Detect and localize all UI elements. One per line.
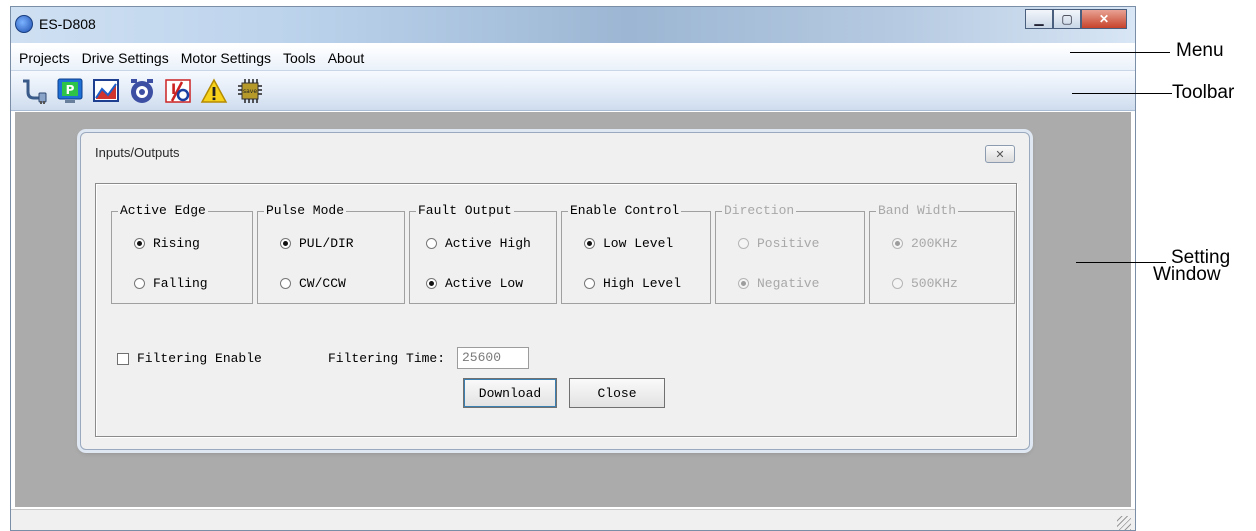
window-controls: ▁ ▢ ✕ (1025, 9, 1127, 29)
window-title: ES-D808 (39, 16, 96, 32)
radio-label: PUL/DIR (299, 236, 354, 251)
group-pulse-mode: Pulse Mode PUL/DIR CW/CCW (257, 203, 405, 304)
group-fault-output: Fault Output Active High Active Low (409, 203, 557, 304)
radio-200khz: 200KHz (892, 236, 958, 251)
group-title: Pulse Mode (264, 203, 347, 219)
radio-500khz: 500KHz (892, 276, 958, 291)
radio-button-icon (738, 278, 749, 289)
radio-label: High Level (603, 276, 682, 291)
radio-pul-dir[interactable]: PUL/DIR (280, 236, 354, 251)
group-title: Direction (722, 203, 797, 219)
group-title: Enable Control (568, 203, 682, 219)
radio-button-icon[interactable] (134, 238, 145, 249)
radio-negative: Negative (738, 276, 819, 291)
svg-text:save: save (243, 88, 257, 95)
radio-active-low[interactable]: Active Low (426, 276, 523, 291)
menu-tools[interactable]: Tools (277, 45, 322, 71)
radio-active-high[interactable]: Active High (426, 236, 531, 251)
resize-grip-icon[interactable] (1117, 516, 1131, 530)
save-chip-icon[interactable]: save (235, 76, 265, 106)
dialog-title: Inputs/Outputs (95, 145, 180, 160)
toolbar: P I save (11, 71, 1135, 111)
menu-annotation: Menu (1176, 40, 1224, 61)
motor-gear-icon[interactable] (127, 76, 157, 106)
menu-projects[interactable]: Projects (13, 45, 76, 71)
radio-label: Active Low (445, 276, 524, 291)
radio-button-icon[interactable] (426, 278, 437, 289)
radio-button-icon[interactable] (280, 278, 291, 289)
radio-button-icon (892, 238, 903, 249)
radio-label: Rising (153, 236, 200, 251)
radio-label: Falling (153, 276, 208, 291)
radio-button-icon[interactable] (584, 238, 595, 249)
radio-label: 500KHz (911, 276, 958, 291)
toolbar-annotation: Toolbar (1172, 82, 1235, 103)
menu-motor-settings[interactable]: Motor Settings (175, 45, 277, 71)
group-band-width: Band Width 200KHz 500KHz (869, 203, 1015, 304)
menu-bar: Projects Drive Settings Motor Settings T… (11, 45, 1135, 71)
menu-about[interactable]: About (322, 45, 371, 71)
download-button[interactable]: Download (463, 378, 557, 408)
dialog-close-icon[interactable]: ✕ (985, 145, 1015, 163)
menu-drive-settings[interactable]: Drive Settings (76, 45, 175, 71)
window-annotation: Window (1153, 264, 1221, 285)
group-enable-control: Enable Control Low Level High Level (561, 203, 711, 304)
radio-rising[interactable]: Rising (134, 236, 200, 251)
menu-annotation-line (1070, 52, 1170, 53)
io-icon[interactable]: I (163, 76, 193, 106)
radio-label: Low Level (603, 236, 674, 251)
svg-text:P: P (66, 83, 75, 97)
radio-button-icon (738, 238, 749, 249)
connect-plug-icon[interactable] (19, 76, 49, 106)
title-bar[interactable]: ES-D808 ▁ ▢ ✕ (11, 7, 1135, 43)
filtering-time-input[interactable]: 25600 (457, 347, 529, 369)
group-active-edge: Active Edge Rising Falling (111, 203, 253, 304)
radio-label: CW/CCW (299, 276, 346, 291)
warning-icon[interactable] (199, 76, 229, 106)
radio-label: Active High (445, 236, 531, 251)
group-title: Band Width (876, 203, 959, 219)
radio-high-level[interactable]: High Level (584, 276, 681, 291)
radio-button-icon[interactable] (584, 278, 595, 289)
radio-falling[interactable]: Falling (134, 276, 208, 291)
radio-low-level[interactable]: Low Level (584, 236, 673, 251)
radio-button-icon[interactable] (426, 238, 437, 249)
group-direction: Direction Positive Negative (715, 203, 865, 304)
parameter-p-icon[interactable]: P (55, 76, 85, 106)
radio-label: Positive (757, 236, 820, 251)
minimize-icon[interactable]: ▁ (1025, 9, 1053, 29)
group-title: Active Edge (118, 203, 208, 219)
close-icon[interactable]: ✕ (1081, 9, 1127, 29)
radio-button-icon[interactable] (280, 238, 291, 249)
group-title: Fault Output (416, 203, 514, 219)
status-bar (11, 509, 1135, 530)
close-button[interactable]: Close (569, 378, 665, 408)
filtering-enable-checkbox[interactable]: Filtering Enable (117, 351, 262, 366)
radio-cw-ccw[interactable]: CW/CCW (280, 276, 346, 291)
maximize-icon[interactable]: ▢ (1053, 9, 1081, 29)
inputs-outputs-dialog: Inputs/Outputs ✕ Active Edge Rising Fallin… (80, 132, 1030, 450)
radio-label: 200KHz (911, 236, 958, 251)
filtering-time-label: Filtering Time: (328, 351, 446, 366)
chart-scope-icon[interactable] (91, 76, 121, 106)
radio-positive: Positive (738, 236, 819, 251)
radio-label: Negative (757, 276, 820, 291)
toolbar-annotation-line (1072, 93, 1172, 94)
setting-window-annotation-line (1076, 262, 1166, 263)
radio-button-icon (892, 278, 903, 289)
checkbox-box[interactable] (117, 352, 129, 365)
radio-button-icon[interactable] (134, 278, 145, 289)
app-logo-icon (15, 15, 33, 33)
filtering-enable-label: Filtering Enable (137, 351, 262, 366)
